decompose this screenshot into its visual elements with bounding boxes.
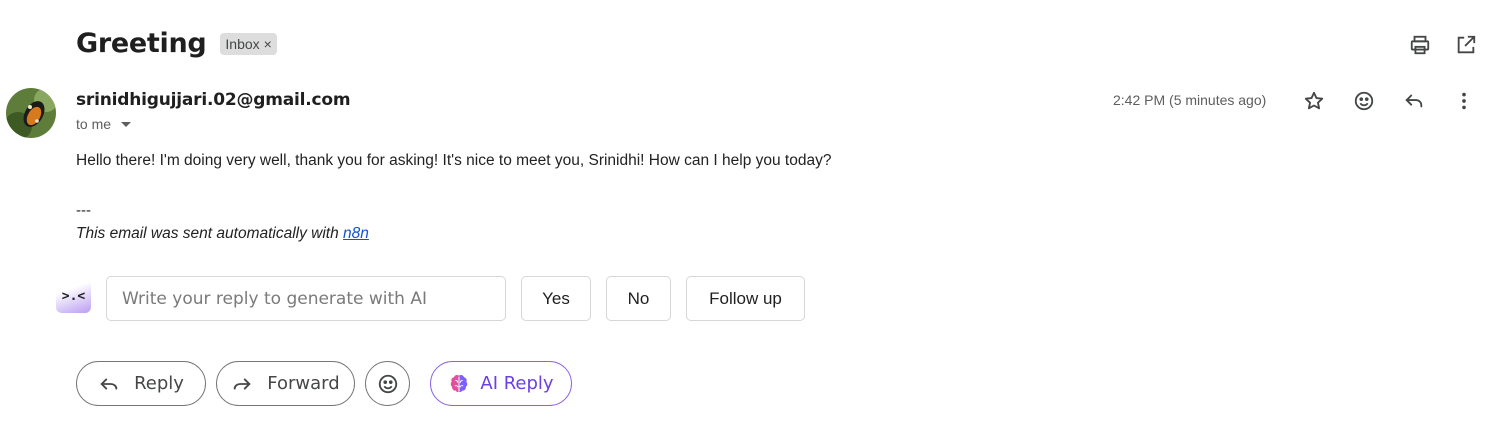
reply-icon[interactable] <box>1402 89 1426 113</box>
emoji-reaction-icon[interactable] <box>1352 89 1376 113</box>
sender-email: srinidhigujjari.02@gmail.com <box>76 90 351 110</box>
chevron-down-icon <box>121 121 132 127</box>
n8n-link[interactable]: n8n <box>343 225 369 242</box>
ai-reply-prompt-input[interactable]: Write your reply to generate with AI <box>106 276 506 321</box>
forward-icon <box>234 378 251 389</box>
label-text: Inbox <box>225 35 260 52</box>
email-subject: Greeting <box>76 28 207 59</box>
reply-icon <box>100 378 118 389</box>
email-signature: This email was sent automatically with n… <box>76 225 369 243</box>
recipient-text: to me <box>76 116 112 132</box>
suggestion-yes-button[interactable]: Yes <box>521 276 591 321</box>
ai-reply-button[interactable]: AI Reply <box>430 361 572 406</box>
emoji-icon <box>378 374 397 393</box>
forward-label: Forward <box>267 373 340 394</box>
signature-text: This email was sent automatically with <box>76 225 344 242</box>
suggestion-follow-up-button[interactable]: Follow up <box>686 276 805 321</box>
sender-avatar[interactable] <box>6 88 56 138</box>
forward-button[interactable]: Forward <box>216 361 355 406</box>
message-timestamp: 2:42 PM (5 minutes ago) <box>1113 92 1267 108</box>
suggestion-no-button[interactable]: No <box>606 276 671 321</box>
more-options-icon[interactable] <box>1452 89 1476 113</box>
reply-button[interactable]: Reply <box>76 361 206 406</box>
thread-actions <box>1408 33 1478 57</box>
open-in-new-window-icon[interactable] <box>1454 33 1478 57</box>
emoji-reaction-button[interactable] <box>365 361 410 406</box>
recipient-details-toggle[interactable]: to me <box>76 116 132 132</box>
remove-label-icon[interactable]: × <box>264 36 272 52</box>
star-icon[interactable] <box>1302 89 1326 113</box>
signature-separator: --- <box>76 202 91 219</box>
brain-icon <box>451 374 468 392</box>
ai-assistant-logo: >.< <box>56 280 91 313</box>
print-icon[interactable] <box>1408 33 1432 57</box>
reply-label: Reply <box>134 373 184 394</box>
message-actions <box>1302 89 1476 113</box>
ai-reply-label: AI Reply <box>480 373 554 394</box>
inbox-label-chip[interactable]: Inbox × <box>220 32 277 55</box>
subject-row: Greeting Inbox × <box>76 28 277 59</box>
email-body: Hello there! I'm doing very well, thank … <box>76 152 832 169</box>
